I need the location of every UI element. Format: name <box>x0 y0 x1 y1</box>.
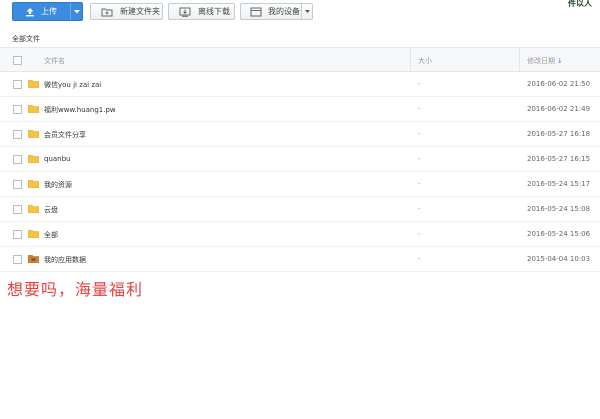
file-size: - <box>418 155 421 163</box>
table-row[interactable]: 我的资源 - 2016-05-24 15:17 <box>0 172 600 197</box>
file-modified-date: 2016-06-02 21:50 <box>527 80 591 88</box>
file-name[interactable]: 我的应用数据 <box>44 255 86 265</box>
row-checkbox[interactable] <box>13 230 22 239</box>
file-modified-date: 2016-06-02 21:49 <box>527 105 591 113</box>
offline-download-button[interactable]: 离线下载 <box>168 3 235 20</box>
column-header-modified-label: 修改日期 <box>527 57 555 65</box>
table-header: 文件名 大小 修改日期 ↓ <box>0 47 600 72</box>
table-row[interactable]: 全部 - 2016-05-24 15:06 <box>0 222 600 247</box>
column-header-modified[interactable]: 修改日期 ↓ <box>527 56 563 66</box>
my-devices-label: 我的设备 <box>268 7 300 16</box>
file-size: - <box>418 105 421 113</box>
offline-download-icon <box>177 7 193 17</box>
column-divider <box>519 48 520 72</box>
upload-button[interactable]: 上传 <box>12 2 83 21</box>
folder-icon <box>27 79 40 89</box>
table-row[interactable]: 微信you ji zai zai - 2016-06-02 21:50 <box>0 72 600 97</box>
row-checkbox[interactable] <box>13 180 22 189</box>
file-name[interactable]: 会员文件分享 <box>44 130 86 140</box>
row-checkbox[interactable] <box>13 255 22 264</box>
folder-icon <box>27 204 40 214</box>
row-checkbox[interactable] <box>13 205 22 214</box>
column-header-size[interactable]: 大小 <box>418 56 432 66</box>
table-row[interactable]: quanbu - 2016-05-27 16:15 <box>0 147 600 172</box>
new-folder-button[interactable]: 新建文件夹 <box>90 3 163 20</box>
file-modified-date: 2016-05-27 16:15 <box>527 155 591 163</box>
column-header-name[interactable]: 文件名 <box>44 56 65 66</box>
file-name[interactable]: 微信you ji zai zai <box>44 80 101 90</box>
corner-watermark-text: 件以人 <box>568 0 592 8</box>
upload-dropdown-toggle[interactable] <box>71 9 82 14</box>
folder-icon <box>27 104 40 114</box>
toolbar: 上传 新建文件夹 离线下载 我的设备 件以人 <box>0 0 600 25</box>
table-row[interactable]: 福利www.huang1.pw - 2016-06-02 21:49 <box>0 97 600 122</box>
sort-descending-icon: ↓ <box>557 57 563 65</box>
file-name[interactable]: quanbu <box>44 155 71 163</box>
app-folder-icon <box>27 254 40 264</box>
promo-text: 想要吗，海量福利 <box>7 280 144 299</box>
my-devices-button[interactable]: 我的设备 <box>240 3 313 20</box>
table-row[interactable]: 云盘 - 2016-05-24 15:08 <box>0 197 600 222</box>
row-checkbox[interactable] <box>13 80 22 89</box>
file-size: - <box>418 180 421 188</box>
file-name[interactable]: 全部 <box>44 230 58 240</box>
file-modified-date: 2016-05-24 15:08 <box>527 205 591 213</box>
breadcrumb[interactable]: 全部文件 <box>12 34 40 44</box>
my-devices-dropdown-toggle[interactable] <box>301 4 312 19</box>
folder-icon <box>27 179 40 189</box>
file-name[interactable]: 我的资源 <box>44 180 72 190</box>
folder-icon <box>27 229 40 239</box>
file-size: - <box>418 130 421 138</box>
file-modified-date: 2016-05-24 15:17 <box>527 180 591 188</box>
offline-download-label: 离线下载 <box>198 7 230 16</box>
file-modified-date: 2015-04-04 10:03 <box>527 255 591 263</box>
file-modified-date: 2016-05-24 15:06 <box>527 230 591 238</box>
column-divider <box>410 48 411 72</box>
folder-icon <box>27 129 40 139</box>
upload-icon <box>26 7 34 16</box>
new-folder-label: 新建文件夹 <box>120 7 160 16</box>
folder-icon <box>27 154 40 164</box>
chevron-down-icon <box>73 9 80 13</box>
file-modified-date: 2016-05-27 16:18 <box>527 130 591 138</box>
upload-main[interactable]: 上传 <box>13 3 71 20</box>
device-icon <box>249 7 263 17</box>
select-all-checkbox[interactable] <box>13 56 22 65</box>
table-row[interactable]: 会员文件分享 - 2016-05-27 16:18 <box>0 122 600 147</box>
file-name[interactable]: 福利www.huang1.pw <box>44 105 116 115</box>
table-body: 微信you ji zai zai - 2016-06-02 21:50 福利www.h… <box>0 72 600 272</box>
chevron-down-icon <box>304 9 310 13</box>
row-checkbox[interactable] <box>13 130 22 139</box>
file-name[interactable]: 云盘 <box>44 205 58 215</box>
file-size: - <box>418 205 421 213</box>
row-checkbox[interactable] <box>13 155 22 164</box>
row-checkbox[interactable] <box>13 105 22 114</box>
file-table: 文件名 大小 修改日期 ↓ 微信you ji zai zai - 2016-06-02… <box>0 47 600 272</box>
file-size: - <box>418 255 421 263</box>
upload-label: 上传 <box>41 7 57 16</box>
new-folder-icon <box>99 7 115 17</box>
file-size: - <box>418 230 421 238</box>
file-size: - <box>418 80 421 88</box>
table-row[interactable]: 我的应用数据 - 2015-04-04 10:03 <box>0 247 600 272</box>
